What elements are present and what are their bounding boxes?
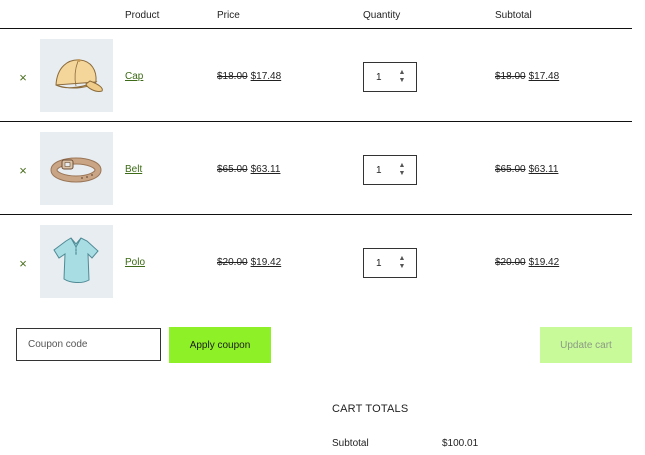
- subtotal: $18.00 $17.48: [495, 71, 559, 82]
- header-product: Product: [125, 10, 160, 21]
- cart-row: × Belt $65.00 $63.11 1 ▲ ▼ $65.00 $63.11: [0, 122, 632, 215]
- price: $18.00 $17.48: [217, 71, 281, 82]
- quantity-value: 1: [376, 72, 382, 83]
- quantity-stepper[interactable]: 1 ▲ ▼: [363, 155, 417, 185]
- old-price: $18.00: [217, 71, 248, 82]
- totals-subtotal-label: Subtotal: [332, 438, 369, 449]
- sale-price: $17.48: [250, 71, 282, 82]
- spinner-arrows-icon[interactable]: ▲ ▼: [395, 255, 409, 271]
- spinner-arrows-icon[interactable]: ▲ ▼: [395, 162, 409, 178]
- quantity-value: 1: [376, 165, 382, 176]
- old-subtotal: $18.00: [495, 71, 526, 82]
- polo-image[interactable]: [40, 225, 113, 298]
- cart-row: × Polo $20.00 $19.42 1 ▲ ▼ $20.00 $19.42: [0, 215, 632, 308]
- sale-price: $19.42: [250, 257, 282, 268]
- quantity-stepper[interactable]: 1 ▲ ▼: [363, 248, 417, 278]
- old-price: $20.00: [217, 257, 248, 268]
- remove-item-button[interactable]: ×: [16, 71, 30, 85]
- price: $20.00 $19.42: [217, 257, 281, 268]
- sale-subtotal: $19.42: [528, 257, 560, 268]
- remove-item-button[interactable]: ×: [16, 257, 30, 271]
- subtotal: $20.00 $19.42: [495, 257, 559, 268]
- belt-image[interactable]: [40, 132, 113, 205]
- cap-image[interactable]: [40, 39, 113, 112]
- old-subtotal: $20.00: [495, 257, 526, 268]
- price: $65.00 $63.11: [217, 164, 280, 175]
- coupon-code-input[interactable]: [16, 328, 161, 361]
- product-name-link[interactable]: Cap: [125, 71, 143, 82]
- update-cart-button[interactable]: Update cart: [540, 327, 632, 363]
- product-name-link[interactable]: Polo: [125, 257, 145, 268]
- cart-table-header: Product Price Quantity Subtotal: [0, 0, 632, 29]
- sale-subtotal: $17.48: [528, 71, 560, 82]
- apply-coupon-button[interactable]: Apply coupon: [169, 327, 271, 363]
- header-subtotal: Subtotal: [495, 10, 532, 21]
- sale-subtotal: $63.11: [528, 164, 559, 175]
- sale-price: $63.11: [250, 164, 281, 175]
- spinner-arrows-icon[interactable]: ▲ ▼: [395, 69, 409, 85]
- header-price: Price: [217, 10, 240, 21]
- remove-item-button[interactable]: ×: [16, 164, 30, 178]
- subtotal: $65.00 $63.11: [495, 164, 558, 175]
- cart-totals-title: CART TOTALS: [332, 403, 409, 415]
- cart-row: × Cap $18.00 $17.48 1 ▲ ▼ $18.00 $17.48: [0, 29, 632, 122]
- product-name-link[interactable]: Belt: [125, 164, 142, 175]
- old-price: $65.00: [217, 164, 248, 175]
- quantity-value: 1: [376, 258, 382, 269]
- old-subtotal: $65.00: [495, 164, 526, 175]
- quantity-stepper[interactable]: 1 ▲ ▼: [363, 62, 417, 92]
- totals-subtotal-value: $100.01: [442, 438, 479, 449]
- header-quantity: Quantity: [363, 10, 401, 21]
